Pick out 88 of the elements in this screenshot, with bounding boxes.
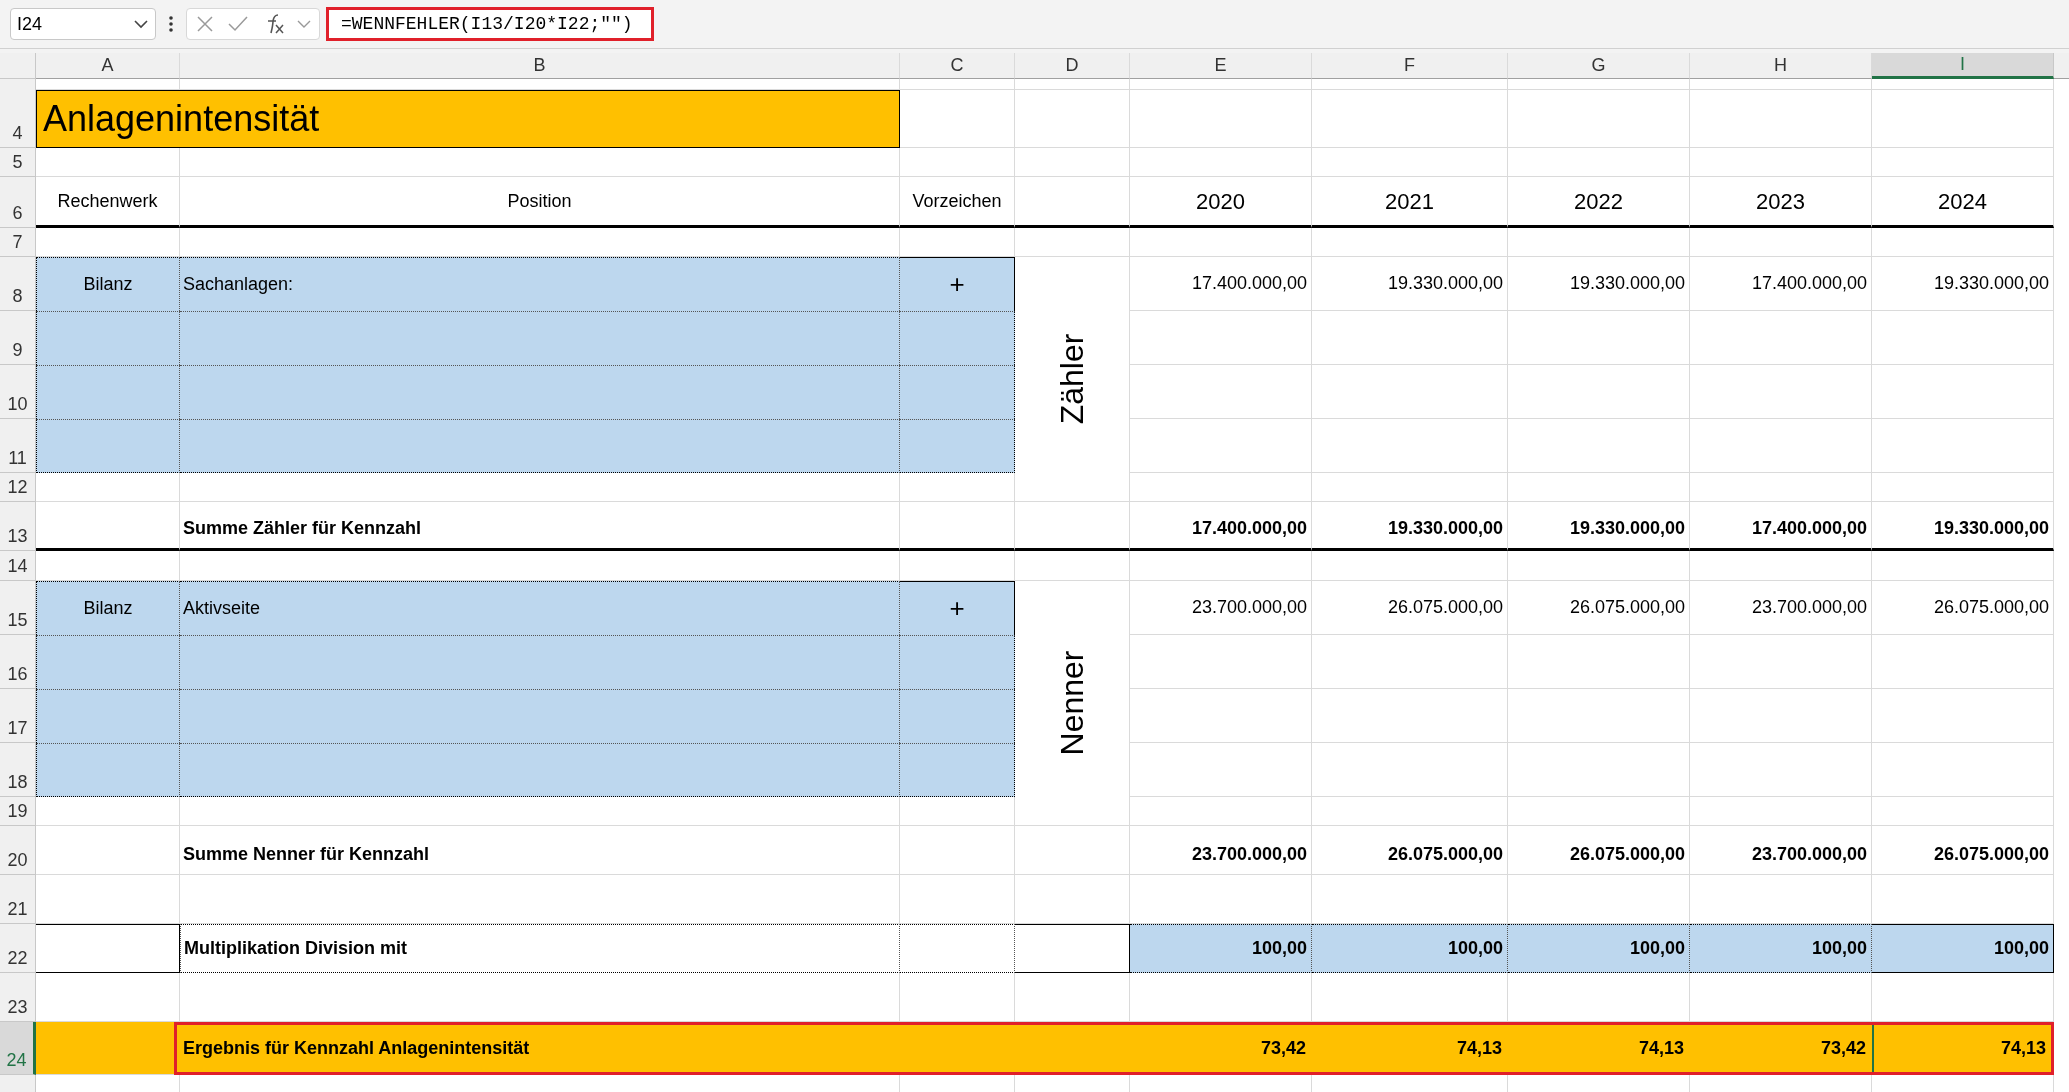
column-header[interactable]: F	[1312, 53, 1508, 79]
column-label: Rechenwerk	[36, 177, 180, 228]
column-header[interactable]: I	[1872, 53, 2054, 79]
column-header[interactable]: G	[1508, 53, 1690, 79]
row-header[interactable]: 9	[0, 311, 36, 365]
row-header[interactable]: 13	[0, 502, 36, 551]
row-header[interactable]: 10	[0, 365, 36, 419]
column-header[interactable]: D	[1015, 53, 1130, 79]
column-label: Position	[180, 177, 900, 228]
column-header[interactable]: C	[900, 53, 1015, 79]
sum-value: 23.700.000,00	[1130, 826, 1312, 875]
sign-label: +	[900, 257, 1015, 311]
row-header[interactable]: 8	[0, 257, 36, 311]
row-header[interactable]: 18	[0, 743, 36, 797]
factor-value: 100,00	[1130, 924, 1312, 973]
row-header[interactable]: 12	[0, 473, 36, 502]
sum-label: Summe Nenner für Kennzahl	[180, 826, 900, 875]
amount-value: 26.075.000,00	[1312, 581, 1508, 635]
section-label: Zähler	[1053, 333, 1091, 425]
amount-value: 17.400.000,00	[1690, 257, 1872, 311]
formula-text: =WENNFEHLER(I13/I20*I22;"")	[340, 12, 634, 36]
column-header[interactable]: A	[36, 53, 180, 79]
row-header[interactable]: 20	[0, 826, 36, 875]
row-header[interactable]: 19	[0, 797, 36, 826]
spreadsheet-cell[interactable]	[36, 924, 180, 973]
category-label: Bilanz	[36, 257, 180, 311]
row-header[interactable]: 24	[0, 1022, 36, 1075]
row-header[interactable]: 15	[0, 581, 36, 635]
year-header: 2020	[1130, 177, 1312, 228]
position-label: Sachanlagen:	[180, 257, 900, 311]
row-header[interactable]: 17	[0, 689, 36, 743]
position-label: Aktivseite	[180, 581, 900, 635]
year-header: 2021	[1312, 177, 1508, 228]
more-options-icon[interactable]	[168, 15, 174, 33]
sum-label: Summe Zähler für Kennzahl	[180, 502, 900, 551]
amount-value: 19.330.000,00	[1312, 257, 1508, 311]
sum-value: 26.075.000,00	[1872, 826, 2054, 875]
column-header[interactable]: E	[1130, 53, 1312, 79]
year-header: 2022	[1508, 177, 1690, 228]
row-header[interactable]: 14	[0, 551, 36, 581]
spreadsheet-cell[interactable]	[900, 924, 1015, 973]
sign-label: +	[900, 581, 1015, 635]
factor-label: Multiplikation Division mit	[180, 924, 900, 973]
select-all-corner[interactable]	[0, 53, 36, 79]
sum-value: 17.400.000,00	[1130, 502, 1312, 551]
section-label: Nenner	[1053, 650, 1091, 756]
amount-value: 26.075.000,00	[1872, 581, 2054, 635]
row-header[interactable]: 7	[0, 228, 36, 257]
column-header[interactable]: H	[1690, 53, 1872, 79]
column-label: Vorzeichen	[900, 177, 1015, 228]
sheet-title: Anlagenintensität	[36, 90, 900, 148]
row-header[interactable]: 23	[0, 973, 36, 1022]
row-header[interactable]: 6	[0, 177, 36, 228]
row-header	[0, 1075, 36, 1092]
amount-value: 17.400.000,00	[1130, 257, 1312, 311]
row-header	[0, 79, 36, 90]
sum-value: 26.075.000,00	[1508, 826, 1690, 875]
amount-value: 19.330.000,00	[1872, 257, 2054, 311]
row-header[interactable]: 5	[0, 148, 36, 177]
row-header[interactable]: 21	[0, 875, 36, 924]
factor-value: 100,00	[1690, 924, 1872, 973]
amount-value: 19.330.000,00	[1508, 257, 1690, 311]
row-header[interactable]: 4	[0, 90, 36, 148]
column-header[interactable]: B	[180, 53, 900, 79]
sum-value: 17.400.000,00	[1690, 502, 1872, 551]
cancel-icon[interactable]	[195, 14, 215, 34]
amount-value: 26.075.000,00	[1508, 581, 1690, 635]
amount-value: 23.700.000,00	[1690, 581, 1872, 635]
category-label: Bilanz	[36, 581, 180, 635]
row-header[interactable]: 11	[0, 419, 36, 473]
amount-value: 23.700.000,00	[1130, 581, 1312, 635]
caret-icon	[133, 19, 149, 29]
caret-icon[interactable]	[297, 19, 311, 29]
sum-value: 19.330.000,00	[1508, 502, 1690, 551]
sum-value: 19.330.000,00	[1872, 502, 2054, 551]
confirm-icon[interactable]	[227, 15, 249, 33]
year-header: 2024	[1872, 177, 2054, 228]
factor-value: 100,00	[1872, 924, 2054, 973]
factor-value: 100,00	[1312, 924, 1508, 973]
year-header: 2023	[1690, 177, 1872, 228]
formula-bar[interactable]: =WENNFEHLER(I13/I20*I22;"")	[326, 7, 654, 41]
sum-value: 23.700.000,00	[1690, 826, 1872, 875]
sum-value: 26.075.000,00	[1312, 826, 1508, 875]
name-box[interactable]: I24	[10, 8, 156, 40]
factor-value: 100,00	[1508, 924, 1690, 973]
row-header[interactable]: 22	[0, 924, 36, 973]
row-header[interactable]: 16	[0, 635, 36, 689]
sum-value: 19.330.000,00	[1312, 502, 1508, 551]
